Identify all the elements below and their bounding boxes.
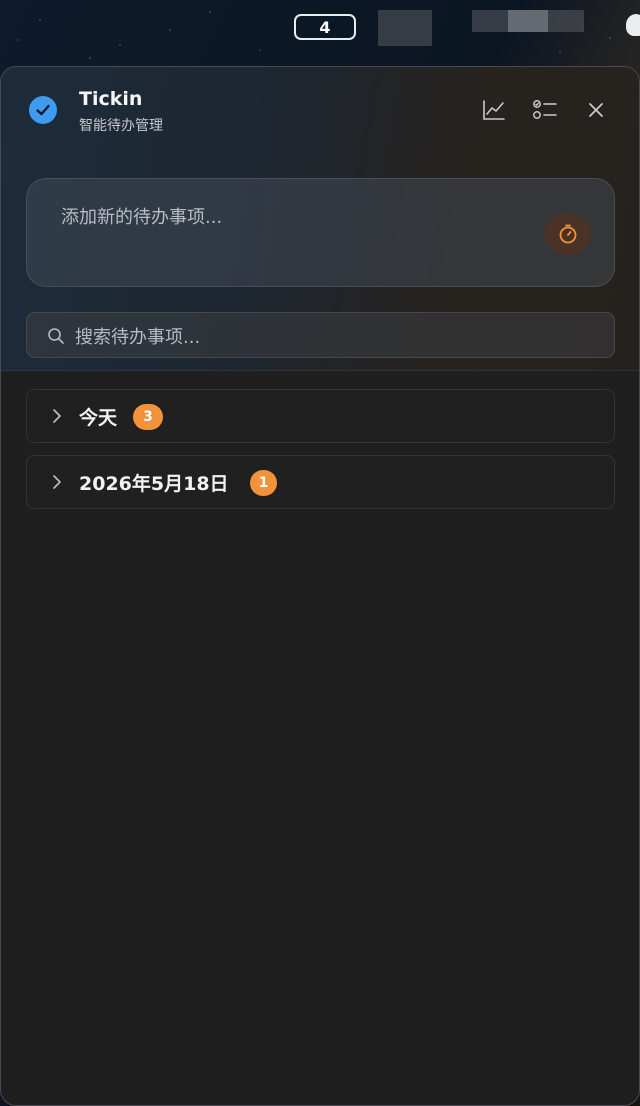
add-todo-input[interactable]: 添加新的待办事项... xyxy=(61,203,501,229)
todo-group-today[interactable]: 今天 3 xyxy=(26,389,615,443)
workspace-indicator[interactable]: 4 xyxy=(294,14,356,40)
chevron-right-icon xyxy=(53,409,61,423)
add-todo-box[interactable]: 添加新的待办事项... xyxy=(26,178,615,287)
group-label: 2026年5月18日 xyxy=(79,473,229,495)
check-circle-logo-icon xyxy=(29,96,57,124)
timer-button[interactable] xyxy=(544,213,591,255)
task-list-button[interactable] xyxy=(532,97,558,123)
redacted-menubar-item xyxy=(378,10,432,46)
search-icon xyxy=(48,328,64,344)
todo-group-date[interactable]: 2026年5月18日 1 xyxy=(26,455,615,509)
timer-icon xyxy=(559,224,576,244)
tray-app-icon[interactable] xyxy=(626,14,640,36)
search-bar[interactable]: 搜索待办事项... xyxy=(26,312,615,358)
line-chart-icon xyxy=(483,100,505,120)
panel-header: Tickin 智能待办管理 添加新的待办事项... 搜索待办事项... xyxy=(1,67,639,371)
app-title: Tickin xyxy=(79,88,143,110)
group-count-badge: 1 xyxy=(250,470,277,496)
search-input[interactable]: 搜索待办事项... xyxy=(75,323,200,349)
system-menubar: 4 xyxy=(0,0,640,52)
chevron-right-icon xyxy=(53,475,61,489)
close-button[interactable] xyxy=(583,97,609,123)
group-label: 今天 xyxy=(79,407,118,429)
close-icon xyxy=(589,103,603,117)
tickin-panel: Tickin 智能待办管理 添加新的待办事项... 搜索待办事项... 今天 3… xyxy=(0,66,640,1106)
statistics-button[interactable] xyxy=(481,97,507,123)
app-subtitle: 智能待办管理 xyxy=(79,118,163,134)
group-count-badge: 3 xyxy=(133,404,163,430)
checklist-icon xyxy=(533,100,557,119)
redacted-menubar-item xyxy=(508,10,548,32)
